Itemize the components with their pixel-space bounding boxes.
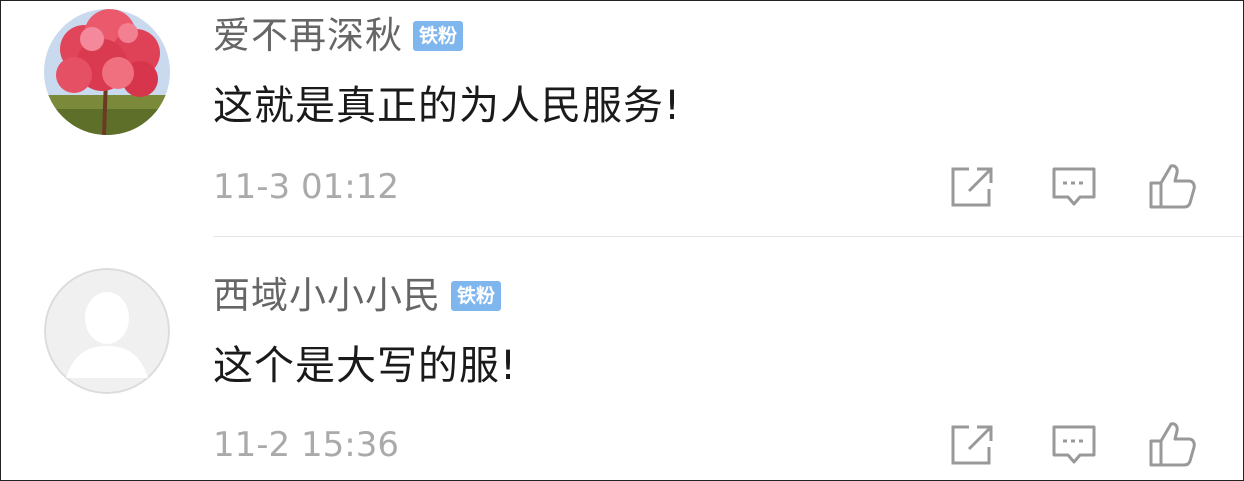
reply-icon bbox=[1052, 167, 1096, 206]
timestamp: 11-3 01:12 bbox=[213, 167, 399, 207]
default-avatar-image bbox=[44, 268, 170, 394]
comment-item: 西域小小小民 铁粉 这个是大写的服! 11-2 15:36 bbox=[1, 237, 1243, 473]
avatar[interactable] bbox=[44, 268, 170, 394]
comment-header: 西域小小小民 铁粉 bbox=[213, 273, 502, 319]
username[interactable]: 西域小小小民 bbox=[213, 273, 441, 319]
like-icon bbox=[1149, 422, 1196, 467]
comment-text: 这就是真正的为人民服务! bbox=[213, 83, 682, 129]
like-icon bbox=[1149, 164, 1196, 209]
comment-list: 爱不再深秋 铁粉 这就是真正的为人民服务! 11-3 01:12 西域小小小民 … bbox=[0, 0, 1244, 481]
username[interactable]: 爱不再深秋 bbox=[213, 13, 403, 59]
like-button[interactable] bbox=[1147, 161, 1197, 211]
reply-button[interactable] bbox=[1049, 419, 1099, 469]
fan-badge: 铁粉 bbox=[451, 281, 502, 311]
reply-button[interactable] bbox=[1049, 161, 1099, 211]
avatar[interactable] bbox=[44, 9, 170, 135]
comment-header: 爱不再深秋 铁粉 bbox=[213, 13, 464, 59]
reply-icon bbox=[1052, 425, 1096, 464]
comment-text: 这个是大写的服! bbox=[213, 343, 518, 389]
share-button[interactable] bbox=[947, 419, 997, 469]
share-button[interactable] bbox=[947, 161, 997, 211]
like-button[interactable] bbox=[1147, 419, 1197, 469]
red-tree-avatar-image bbox=[44, 9, 170, 135]
timestamp: 11-2 15:36 bbox=[213, 425, 399, 465]
share-icon bbox=[951, 167, 993, 207]
comment-item: 爱不再深秋 铁粉 这就是真正的为人民服务! 11-3 01:12 bbox=[1, 1, 1243, 237]
fan-badge: 铁粉 bbox=[413, 21, 464, 51]
share-icon bbox=[951, 425, 993, 465]
